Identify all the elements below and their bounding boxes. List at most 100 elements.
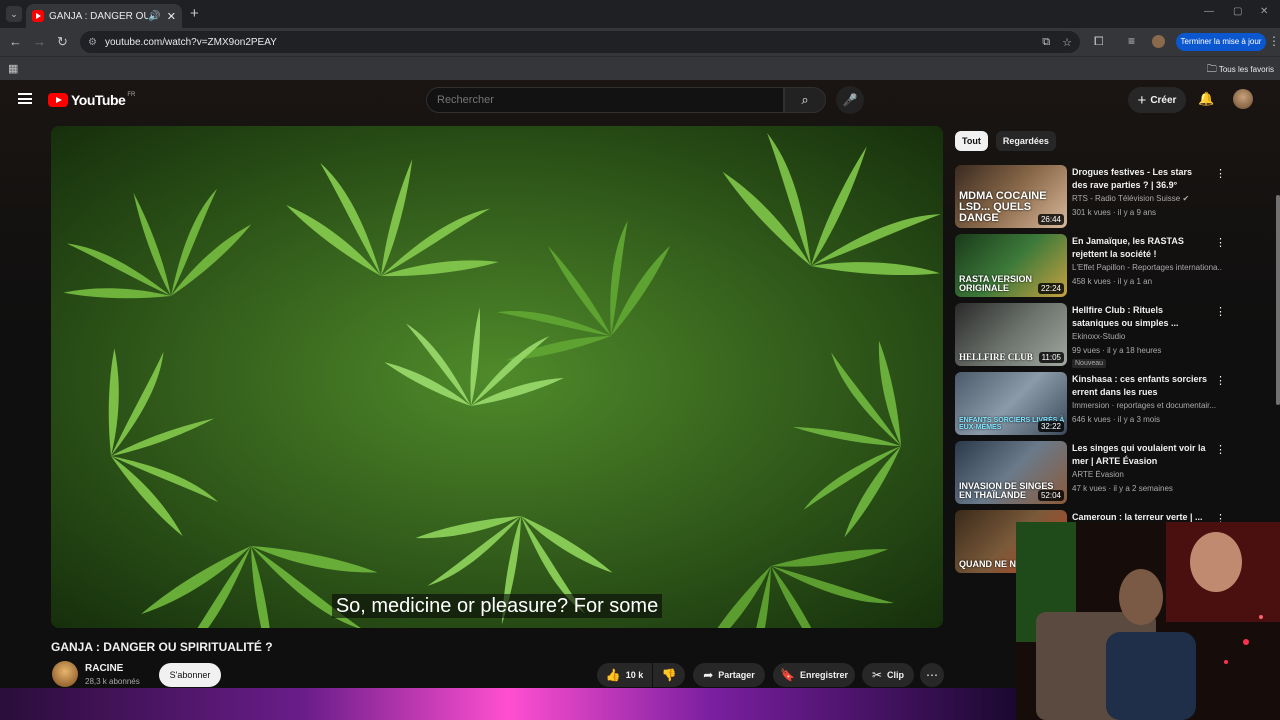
- share-button[interactable]: ➦ Partager: [693, 663, 765, 687]
- browser-menu-icon[interactable]: ⋮: [1268, 34, 1280, 48]
- rec-channel[interactable]: RTS - Radio Télévision Suisse ✔: [1072, 194, 1222, 203]
- subscriber-count: 28,3 k abonnés: [85, 677, 140, 686]
- thumbs-down-icon: 👎: [661, 668, 677, 682]
- duration-badge: 22:24: [1037, 283, 1064, 294]
- recommendation-item[interactable]: HELLFIRE CLUB 11:05 Hellfire Club : Ritu…: [955, 302, 1226, 371]
- microphone-icon[interactable]: 🎤: [836, 86, 864, 114]
- reload-icon[interactable]: ↻: [57, 34, 68, 50]
- chip-watched[interactable]: Regardées: [995, 131, 1056, 151]
- save-button[interactable]: 🔖 Enregistrer: [773, 663, 855, 687]
- rec-channel[interactable]: Ekinoxx-Studio: [1072, 332, 1222, 341]
- reading-list-icon[interactable]: ≡: [1128, 34, 1135, 48]
- share-label: Partager: [718, 670, 755, 680]
- more-vertical-icon[interactable]: ⋮: [1215, 167, 1226, 180]
- more-vertical-icon[interactable]: ⋮: [1215, 374, 1226, 387]
- thumbs-up-icon: 👍: [605, 668, 621, 682]
- minimize-button[interactable]: —: [1204, 6, 1214, 17]
- notifications-bell-icon[interactable]: 🔔: [1198, 91, 1214, 107]
- like-count: 10 k: [625, 670, 644, 680]
- search-icon[interactable]: ⌕: [784, 87, 826, 113]
- rec-channel[interactable]: ARTE Évasion: [1072, 470, 1222, 479]
- channel-name[interactable]: RACINE: [85, 663, 123, 674]
- tab-title: GANJA : DANGER OU SPIRITUALITÉ ?: [49, 10, 149, 22]
- create-label: Créer: [1150, 94, 1177, 106]
- site-info-icon[interactable]: ⚙: [88, 37, 97, 48]
- tab-search-button[interactable]: ⌄: [6, 6, 22, 22]
- logo-text: YouTube: [71, 92, 126, 108]
- video-thumbnail[interactable]: RASTA VERSION ORIGINALE 22:24: [955, 234, 1067, 297]
- video-player[interactable]: So, medicine or pleasure? For some: [51, 126, 943, 628]
- subscribe-button[interactable]: S'abonner: [159, 663, 221, 687]
- like-button[interactable]: 👍 10 k: [597, 663, 652, 687]
- rec-title[interactable]: Hellfire Club : Rituels sataniques ou si…: [1072, 304, 1210, 330]
- webcam-image: [1016, 522, 1280, 720]
- more-vertical-icon[interactable]: ⋮: [1215, 305, 1226, 318]
- verified-icon: ✔: [1182, 194, 1190, 203]
- rec-meta: 99 vues · il y a 18 heures: [1072, 346, 1162, 355]
- more-vertical-icon[interactable]: ⋮: [1215, 236, 1226, 249]
- install-icon[interactable]: ⧉: [1042, 36, 1050, 49]
- update-button[interactable]: Terminer la mise à jour: [1176, 33, 1266, 51]
- new-tab-button[interactable]: +: [190, 5, 199, 22]
- rec-title[interactable]: Les singes qui voulaient voir la mer | A…: [1072, 442, 1210, 468]
- close-window-button[interactable]: ✕: [1260, 6, 1268, 17]
- browser-tab[interactable]: GANJA : DANGER OU SPIRITUALITÉ ? 🔊 ✕: [26, 4, 182, 28]
- bookmark-star-icon[interactable]: ☆: [1062, 36, 1072, 49]
- more-vertical-icon[interactable]: ⋮: [1215, 443, 1226, 456]
- dislike-button[interactable]: 👎: [653, 663, 685, 687]
- maximize-button[interactable]: ▢: [1233, 6, 1242, 17]
- rec-title[interactable]: Kinshasa : ces enfants sorciers errent d…: [1072, 373, 1210, 399]
- rec-channel[interactable]: Immersion · reportages et documentair...: [1072, 401, 1222, 410]
- share-icon: ➦: [703, 668, 714, 682]
- rec-channel[interactable]: L'Effet Papillon - Reportages internatio…: [1072, 263, 1222, 272]
- recommendation-item[interactable]: INVASION DE SINGES EN THAÏLANDE 52:04 Le…: [955, 440, 1226, 509]
- address-bar[interactable]: ⚙ youtube.com/watch?v=ZMX9on2PEAY ⧉ ☆: [80, 31, 1080, 53]
- duration-badge: 52:04: [1037, 490, 1064, 501]
- video-thumbnail[interactable]: MDMA COCAINE LSD... QUELS DANGE 26:44: [955, 165, 1067, 228]
- clip-label: Clip: [887, 670, 905, 680]
- page-scrollbar[interactable]: [1276, 195, 1280, 405]
- all-bookmarks-label: Tous les favoris: [1218, 65, 1274, 74]
- recommendation-item[interactable]: ENFANTS SORCIERS LIVRÉS À EUX-MÊMES 32:2…: [955, 371, 1226, 440]
- caption-text: So, medicine or pleasure? For some: [331, 594, 663, 618]
- more-horizontal-icon: ⋯: [926, 668, 938, 682]
- more-actions-button[interactable]: ⋯: [920, 663, 944, 687]
- audio-icon[interactable]: 🔊: [148, 11, 160, 22]
- rec-title[interactable]: Drogues festives - Les stars des rave pa…: [1072, 166, 1210, 192]
- recommendation-item[interactable]: MDMA COCAINE LSD... QUELS DANGE 26:44 Dr…: [955, 164, 1226, 233]
- closed-caption: So, medicine or pleasure? For some: [51, 594, 943, 618]
- recommendation-item[interactable]: RASTA VERSION ORIGINALE 22:24 En Jamaïqu…: [955, 233, 1226, 302]
- thumbnail-text: HELLFIRE CLUB: [959, 352, 1033, 362]
- rec-meta: 47 k vues · il y a 2 semaines: [1072, 484, 1173, 493]
- chip-all[interactable]: Tout: [955, 131, 988, 151]
- all-bookmarks[interactable]: 🗀 Tous les favoris: [1207, 62, 1274, 79]
- folder-icon: 🗀: [1206, 64, 1217, 75]
- clip-button[interactable]: ✂ Clip: [862, 663, 914, 687]
- video-thumbnail[interactable]: HELLFIRE CLUB 11:05: [955, 303, 1067, 366]
- youtube-logo[interactable]: YouTube FR: [48, 92, 135, 108]
- menu-icon[interactable]: [18, 93, 32, 104]
- video-thumbnail[interactable]: INVASION DE SINGES EN THAÏLANDE 52:04: [955, 441, 1067, 504]
- forward-icon[interactable]: →: [33, 34, 46, 49]
- url-text: youtube.com/watch?v=ZMX9on2PEAY: [104, 36, 277, 48]
- overlay-stream-strip: [0, 688, 1016, 720]
- rec-title[interactable]: En Jamaïque, les RASTAS rejettent la soc…: [1072, 235, 1210, 261]
- create-button[interactable]: + Créer: [1128, 87, 1186, 113]
- new-badge: Nouveau: [1072, 359, 1107, 368]
- scissors-icon: ✂: [871, 668, 883, 682]
- video-thumbnail[interactable]: ENFANTS SORCIERS LIVRÉS À EUX-MÊMES 32:2…: [955, 372, 1067, 435]
- profile-avatar[interactable]: [1152, 35, 1165, 48]
- rec-channel-name: RTS - Radio Télévision Suisse: [1072, 194, 1181, 203]
- search-input[interactable]: [426, 87, 784, 113]
- video-frame-image: [51, 126, 943, 628]
- bookmark-icon: 🔖: [780, 668, 795, 682]
- apps-grid-icon[interactable]: ▦: [8, 62, 18, 75]
- youtube-page: YouTube FR ⌕ 🎤 + Créer 🔔: [0, 80, 1280, 720]
- close-tab-icon[interactable]: ✕: [167, 10, 176, 23]
- plus-icon: +: [1137, 91, 1147, 109]
- extensions-icon[interactable]: ⧠: [1094, 34, 1104, 49]
- duration-badge: 11:05: [1038, 352, 1064, 363]
- channel-avatar[interactable]: [52, 661, 78, 687]
- account-avatar[interactable]: [1233, 89, 1253, 109]
- back-icon[interactable]: ←: [9, 34, 22, 49]
